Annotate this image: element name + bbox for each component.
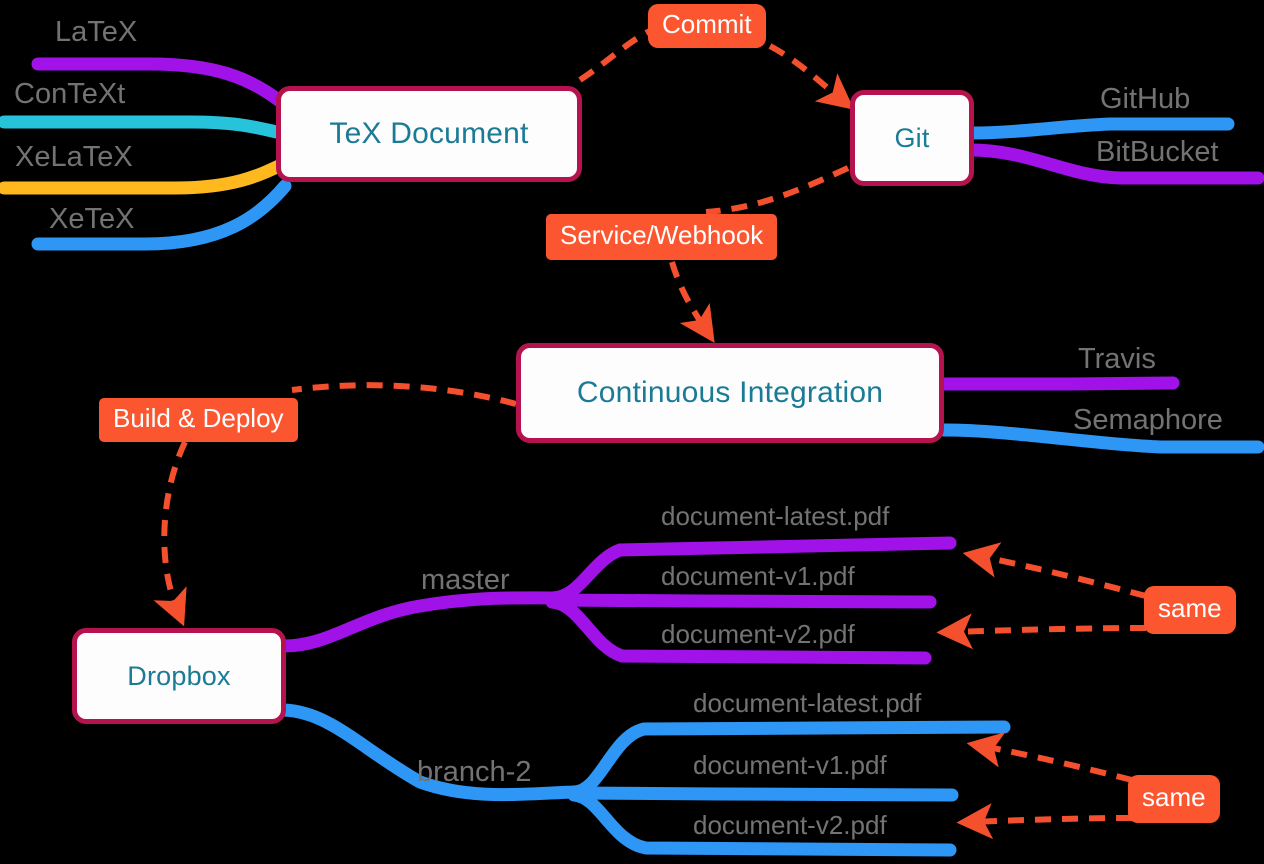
annotation-chip-commit[interactable]: Commit — [648, 4, 766, 48]
annotation-chip-same-branch2[interactable]: same — [1128, 775, 1220, 823]
arrow-commit-to-git — [768, 43, 855, 110]
branch-line-branch2-v1 — [567, 786, 959, 802]
file-label-branch2-document-v2[interactable]: document-v2.pdf — [693, 812, 887, 838]
arrow-texdoc-to-commit — [578, 27, 654, 83]
branch-label-xetex[interactable]: XeTeX — [49, 205, 134, 234]
branch-label-context[interactable]: ConTeXt — [14, 80, 125, 109]
annotation-chip-service-webhook-label: Service/Webhook — [560, 220, 764, 250]
arrow-same-branch2-to-latest — [966, 732, 1133, 783]
arrow-same-master-to-latest — [962, 542, 1147, 599]
arrow-webhook-to-ci — [669, 261, 715, 343]
arrow-same-master-to-v2 — [936, 613, 1147, 650]
branch-label-branch-2[interactable]: branch-2 — [417, 758, 531, 787]
node-dropbox-label: Dropbox — [127, 660, 231, 691]
node-continuous-integration[interactable]: Continuous Integration — [516, 343, 944, 443]
node-git[interactable]: Git — [850, 90, 974, 186]
annotation-chip-same-master[interactable]: same — [1144, 586, 1236, 634]
file-label-master-document-v1[interactable]: document-v1.pdf — [661, 563, 855, 589]
branch-label-master[interactable]: master — [421, 566, 510, 595]
branch-line-github — [963, 117, 1235, 140]
node-continuous-integration-label: Continuous Integration — [576, 376, 884, 409]
branch-line-master-trunk — [277, 591, 559, 653]
file-label-branch2-document-v1[interactable]: document-v1.pdf — [693, 752, 887, 778]
file-label-master-document-latest[interactable]: document-latest.pdf — [661, 503, 889, 529]
arrow-build-deploy-to-dropbox — [153, 440, 188, 627]
annotation-chip-service-webhook[interactable]: Service/Webhook — [546, 214, 778, 260]
node-tex-document[interactable]: TeX Document — [276, 86, 582, 182]
arrow-ci-to-build-deploy — [291, 382, 517, 407]
branch-line-context — [0, 115, 288, 140]
branch-label-xelatex[interactable]: XeLaTeX — [15, 143, 133, 172]
arrow-same-branch2-to-v2 — [956, 803, 1133, 840]
branch-label-github[interactable]: GitHub — [1100, 85, 1190, 114]
file-label-master-document-v2[interactable]: document-v2.pdf — [661, 621, 855, 647]
annotation-chip-build-deploy[interactable]: Build & Deploy — [99, 398, 298, 442]
annotation-chip-commit-label: Commit — [662, 9, 752, 39]
branch-line-master-v1 — [545, 593, 937, 609]
mindmap-canvas: TeX Document Git Continuous Integration … — [0, 0, 1264, 864]
branch-label-latex[interactable]: LaTeX — [55, 18, 137, 47]
node-git-label: Git — [894, 122, 930, 153]
arrow-git-to-webhook — [705, 165, 850, 215]
node-tex-document-label: TeX Document — [329, 117, 529, 150]
annotation-chip-same-master-label: same — [1158, 593, 1222, 623]
node-dropbox[interactable]: Dropbox — [72, 628, 286, 724]
branch-label-travis[interactable]: Travis — [1078, 345, 1156, 374]
branch-line-travis — [937, 376, 1180, 391]
branch-label-bitbucket[interactable]: BitBucket — [1096, 138, 1219, 167]
annotation-chip-same-branch2-label: same — [1142, 782, 1206, 812]
file-label-branch2-document-latest[interactable]: document-latest.pdf — [693, 690, 921, 716]
branch-label-semaphore[interactable]: Semaphore — [1073, 406, 1223, 435]
annotation-chip-build-deploy-label: Build & Deploy — [113, 403, 284, 433]
